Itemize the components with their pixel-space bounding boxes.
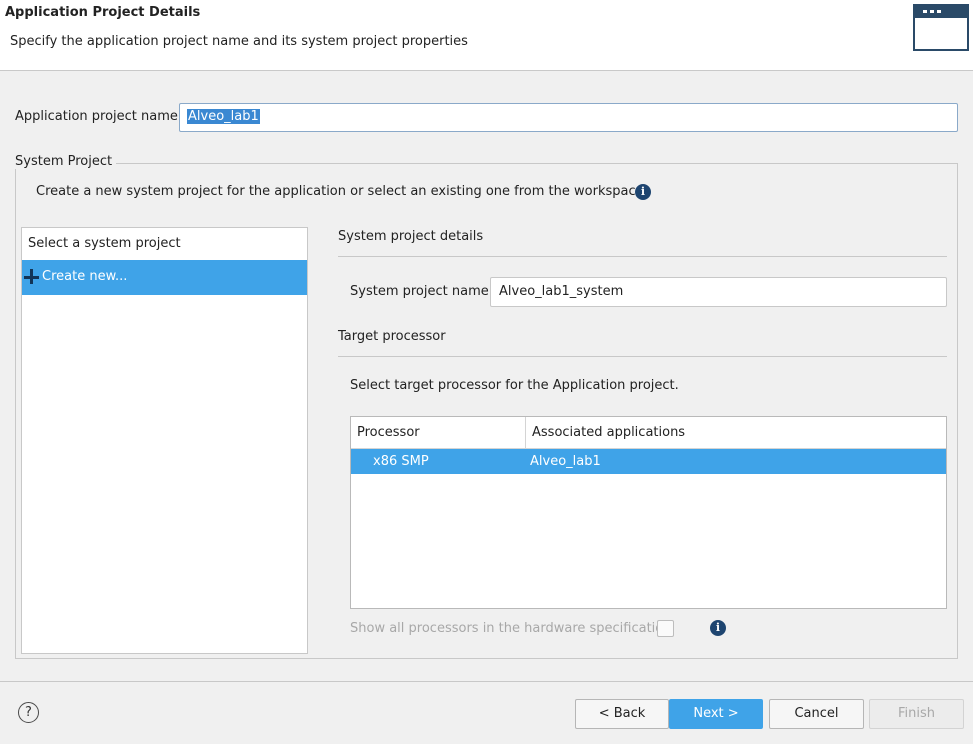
system-project-name-input[interactable]: Alveo_lab1_system — [490, 277, 947, 307]
app-project-name-input[interactable]: Alveo_lab1 — [179, 103, 958, 132]
system-project-details-heading: System project details — [338, 229, 484, 244]
target-processor-description: Select target processor for the Applicat… — [350, 378, 679, 393]
target-processor-heading: Target processor — [338, 329, 446, 344]
app-project-name-label: Application project name: — [15, 109, 183, 124]
help-icon[interactable]: ? — [18, 702, 39, 723]
column-header-processor[interactable]: Processor — [357, 425, 420, 440]
divider — [338, 256, 947, 257]
column-header-associated-applications[interactable]: Associated applications — [532, 425, 685, 440]
column-divider[interactable] — [525, 417, 526, 448]
divider — [338, 356, 947, 357]
system-project-name-label: System project name: — [350, 284, 494, 299]
plus-icon — [24, 269, 41, 286]
system-project-name-value: Alveo_lab1_system — [499, 284, 624, 299]
list-item-label: Create new... — [42, 269, 128, 284]
system-project-group-label: System Project — [15, 154, 117, 169]
system-project-list-header: Select a system project — [28, 236, 181, 251]
info-icon[interactable]: i — [635, 184, 651, 200]
back-button[interactable]: < Back — [575, 699, 669, 729]
processor-table[interactable] — [350, 416, 947, 609]
cancel-button[interactable]: Cancel — [769, 699, 864, 729]
show-all-processors-checkbox[interactable] — [657, 620, 674, 637]
table-row[interactable] — [351, 449, 946, 474]
page-subtitle: Specify the application project name and… — [10, 34, 468, 49]
show-all-processors-label: Show all processors in the hardware spec… — [350, 621, 672, 636]
system-project-description: Create a new system project for the appl… — [36, 184, 644, 199]
processor-cell: x86 SMP — [373, 454, 429, 469]
app-project-name-value: Alveo_lab1 — [187, 109, 260, 124]
page-title: Application Project Details — [5, 5, 201, 20]
info-icon[interactable]: i — [710, 620, 726, 636]
next-button[interactable]: Next > — [669, 699, 763, 729]
finish-button[interactable]: Finish — [869, 699, 964, 729]
footer-divider — [0, 681, 973, 682]
window-icon — [913, 4, 969, 51]
associated-applications-cell: Alveo_lab1 — [530, 454, 601, 469]
